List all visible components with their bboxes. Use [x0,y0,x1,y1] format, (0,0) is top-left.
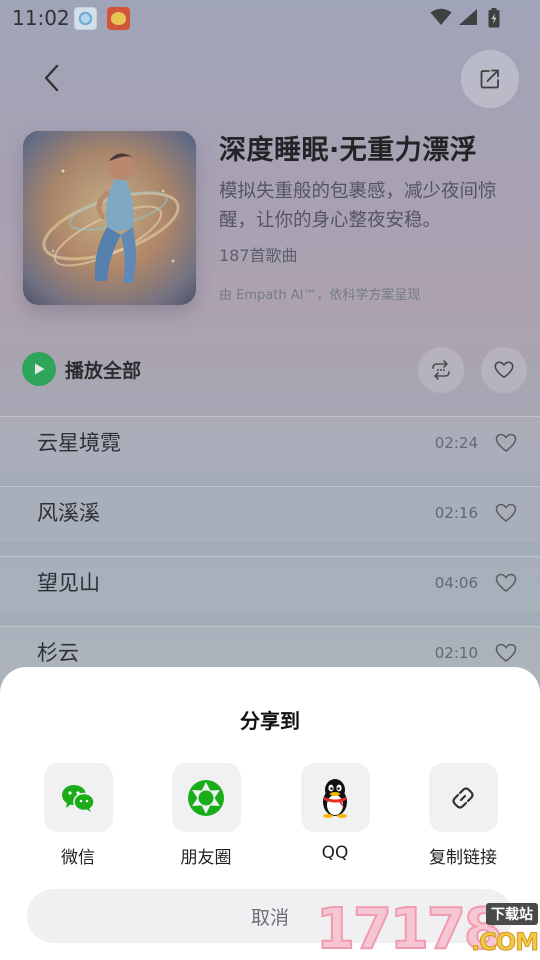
song-title: 杉云 [37,641,79,665]
song-title: 云星境霓 [37,431,121,455]
share-icon [480,69,499,89]
song-title: 望见山 [37,571,100,595]
share-label: QQ [321,843,349,863]
share-wechat-button[interactable]: 微信 [23,763,133,868]
song-title: 风溪溪 [37,501,100,525]
cover-artwork [23,131,196,305]
loop-icon [432,360,450,380]
favorite-playlist-button[interactable] [481,347,527,393]
share-label: 复制链接 [429,848,497,868]
play-icon [22,352,56,386]
chevron-left-icon [44,64,59,92]
qq-icon [323,778,347,818]
site-watermark: 17178 下载站 .COM [315,899,540,960]
share-tile[interactable] [300,763,370,832]
share-tile[interactable] [43,763,113,832]
back-button[interactable] [30,58,74,98]
battery-icon [488,8,500,28]
share-moments-button[interactable]: 朋友圈 [151,763,261,868]
share-copy-link-button[interactable]: 复制链接 [408,763,518,868]
song-duration: 02:16 [434,504,478,522]
wifi-icon [430,8,452,25]
share-tile[interactable] [428,763,498,832]
playlist-description: 模拟失重般的包裹感，减少夜间惊醒，让你的身心整夜安稳。 [219,181,497,231]
song-count: 187首歌曲 [219,246,298,265]
heart-icon[interactable] [494,571,518,595]
song-row[interactable]: 云星境霓 02:24 [0,416,540,472]
song-duration: 02:24 [434,434,478,452]
share-qq-button[interactable]: QQ [280,763,390,863]
moments-icon [188,779,224,816]
play-all-button[interactable]: 播放全部 [22,352,141,386]
game-app-icon [107,7,130,30]
heart-icon[interactable] [494,501,518,525]
song-duration: 04:06 [434,574,478,592]
watermark-tag: 下载站 [486,903,538,925]
wechat-icon [62,784,95,812]
watermark-suffix: .COM [470,928,539,957]
share-button[interactable] [461,50,519,108]
heart-icon[interactable] [494,431,518,455]
status-time: 11:02 [12,6,70,30]
signal-icon [459,9,477,25]
playlist-title: 深度睡眠·无重力漂浮 [219,135,478,166]
song-row[interactable]: 望见山 04:06 [0,556,540,612]
link-icon [452,786,474,809]
browser-app-icon [74,7,97,30]
playlist-cover[interactable] [23,131,196,305]
loop-button[interactable] [418,347,464,393]
song-row[interactable]: 风溪溪 02:16 [0,486,540,542]
playlist-credit: 由 Empath AI™，依科学方案呈现 [219,288,421,303]
heart-icon[interactable] [494,641,518,665]
play-all-label: 播放全部 [65,359,142,382]
share-label: 微信 [61,848,95,868]
status-bar: 11:02 [0,0,540,36]
heart-icon [494,361,514,379]
song-duration: 02:10 [434,644,478,662]
share-tile[interactable] [171,763,241,832]
share-sheet-title: 分享到 [240,709,300,733]
share-label: 朋友圈 [180,848,232,868]
